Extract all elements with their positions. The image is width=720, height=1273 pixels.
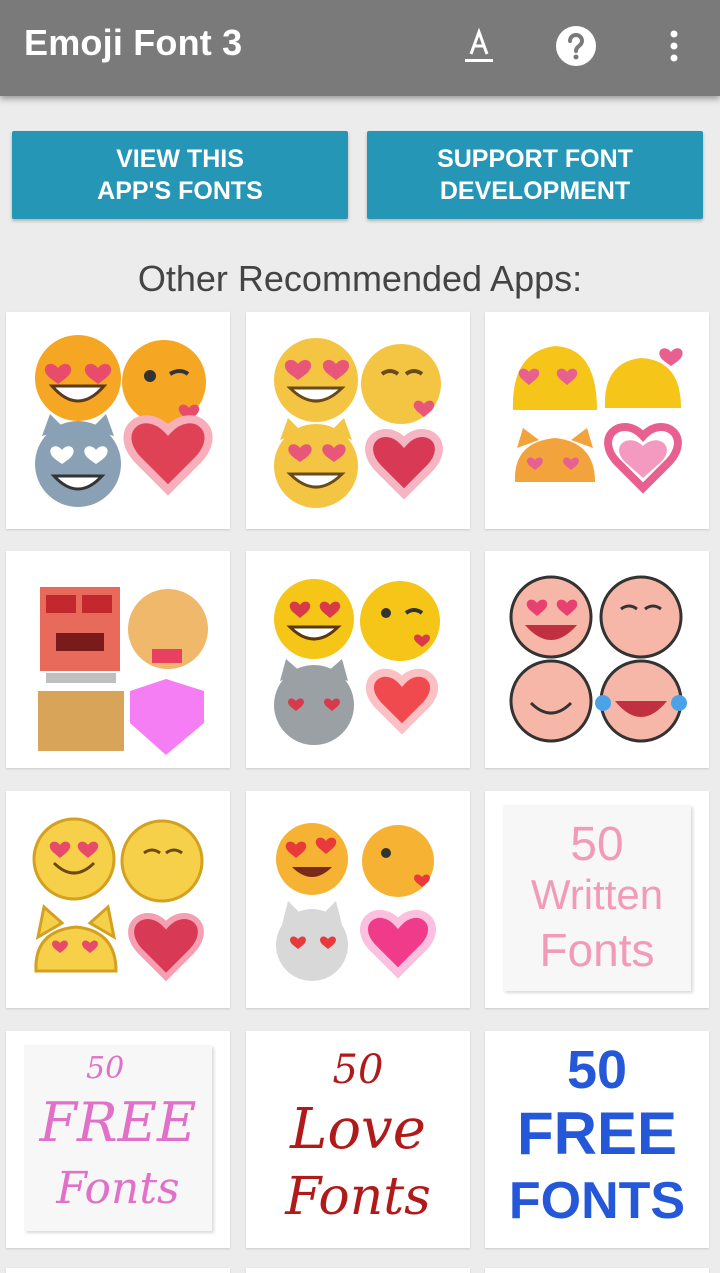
written-fonts-thumbnail: 50 Written Fonts (503, 805, 691, 991)
app-card[interactable] (6, 312, 230, 529)
thumbnail-text: 50 (570, 818, 624, 871)
thumbnail-text: FREE (516, 1100, 678, 1167)
emoji-pack-pixel-thumbnail (38, 587, 208, 755)
app-card[interactable] (246, 312, 470, 529)
app-card[interactable]: 50 FREE FONTS (485, 1031, 709, 1248)
thumbnail-text: 50 (86, 1051, 125, 1086)
thumbnail-text: Fonts (56, 1163, 180, 1214)
love-fonts-thumbnail: 50 Love Fonts (246, 1031, 470, 1248)
app-bar: Emoji Font 3 (0, 0, 720, 96)
app-card[interactable] (246, 1268, 470, 1273)
emoji-pack-pink-thumbnail (509, 575, 687, 743)
more-vert-icon[interactable] (650, 22, 698, 70)
app-card[interactable] (6, 551, 230, 768)
help-icon[interactable] (552, 22, 600, 70)
app-card[interactable] (6, 1268, 230, 1273)
emoji-pack-8-thumbnail (276, 823, 436, 981)
thumbnail-text: FREE (39, 1091, 197, 1154)
app-card[interactable] (485, 312, 709, 529)
thumbnail-text: 50 (332, 1047, 384, 1093)
free-fonts-script-thumbnail: 50 FREE Fonts (24, 1045, 212, 1231)
support-development-button[interactable]: SUPPORT FONT DEVELOPMENT (367, 131, 703, 219)
app-card[interactable] (246, 551, 470, 768)
emoji-pack-7-thumbnail (32, 817, 204, 982)
section-title: Other Recommended Apps: (137, 258, 583, 299)
app-card[interactable] (485, 551, 709, 768)
thumbnail-text: Love (290, 1097, 426, 1162)
app-card[interactable] (246, 791, 470, 1008)
support-development-label: SUPPORT FONT DEVELOPMENT (437, 145, 633, 205)
free-fonts-drip-thumbnail: 50 FREE FONTS (485, 1031, 709, 1248)
view-fonts-label: VIEW THIS APP'S FONTS (97, 145, 263, 205)
thumbnail-text: 50 (566, 1040, 628, 1100)
thumbnail-text: Fonts (539, 924, 655, 976)
thumbnail-text: Fonts (285, 1167, 431, 1227)
app-card[interactable] (6, 791, 230, 1008)
view-fonts-button[interactable]: VIEW THIS APP'S FONTS (12, 131, 348, 219)
app-card[interactable]: 50 Written Fonts (485, 791, 709, 1008)
font-size-icon[interactable] (455, 22, 503, 70)
emoji-pack-2-thumbnail (274, 338, 443, 508)
app-card[interactable]: 50 Love Fonts (246, 1031, 470, 1248)
app-title: Emoji Font 3 (24, 22, 243, 63)
app-card[interactable] (485, 1268, 709, 1273)
emoji-pack-3-thumbnail (512, 346, 683, 494)
emoji-pack-5-thumbnail (274, 579, 440, 745)
thumbnail-text: FONTS (508, 1172, 686, 1230)
emoji-pack-1-thumbnail (35, 335, 213, 507)
app-card[interactable]: 50 FREE Fonts (6, 1031, 230, 1248)
thumbnail-text: Written (530, 871, 664, 918)
